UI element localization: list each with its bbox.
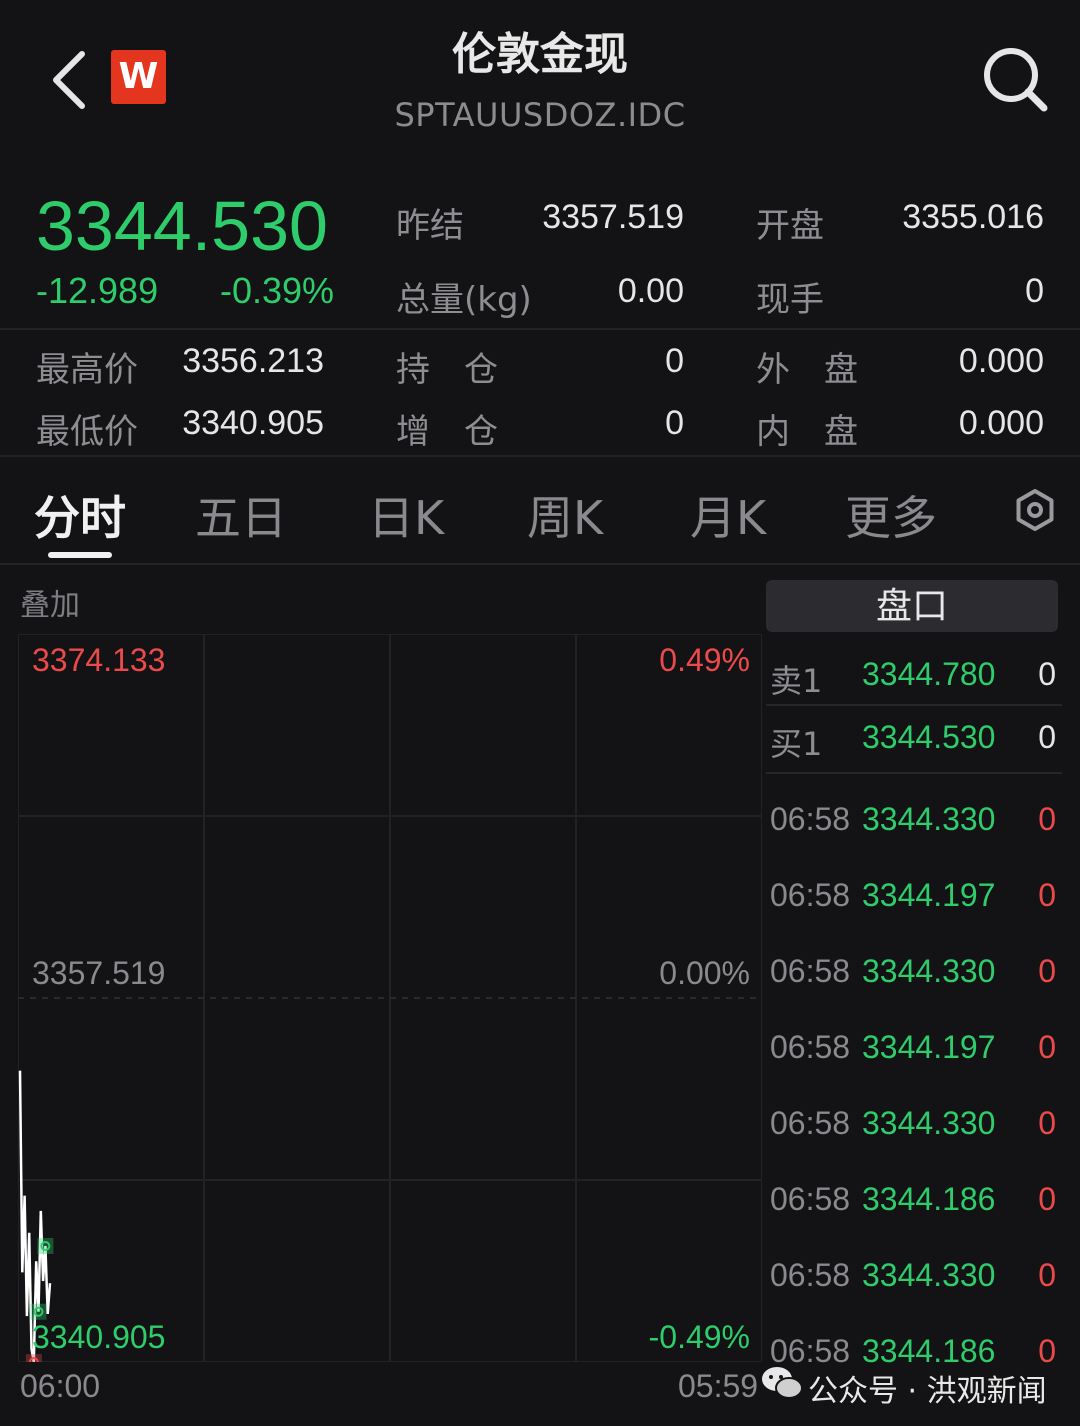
ask-1-price: 3344.780: [862, 656, 996, 692]
trade-marker: [37, 1237, 54, 1254]
divider: [0, 563, 1080, 565]
divider: [766, 772, 1062, 774]
position-label: 持 仓: [396, 350, 498, 390]
tab-five-day[interactable]: 五日: [195, 482, 287, 548]
x-axis-end-time: 05:59: [678, 1368, 759, 1404]
ask-1-volume: 0: [1038, 656, 1056, 692]
orderbook-button[interactable]: 盘口: [766, 580, 1058, 632]
symbol-code: SPTAUUSDOZ.IDC: [394, 96, 686, 134]
tick-volume: 0: [1038, 953, 1056, 989]
low-value: 3340.905: [182, 404, 324, 442]
inner-label: 内 盘: [756, 412, 858, 452]
open-label: 开盘: [756, 206, 824, 246]
tick-price: 3344.197: [862, 877, 996, 913]
price-change: -12.989: [36, 270, 159, 311]
active-tab-indicator: [48, 552, 112, 558]
price-change-pct: -0.39%: [220, 270, 335, 311]
trade-marker: [30, 1303, 47, 1320]
app-header: W 伦敦金现 SPTAUUSDOZ.IDC: [0, 0, 1080, 160]
tab-intraday[interactable]: 分时: [34, 482, 126, 548]
tick-time: 06:58: [770, 877, 851, 913]
settings-icon[interactable]: [1013, 488, 1057, 532]
tab-weekly-k[interactable]: 周K: [527, 482, 603, 548]
outer-value: 0.000: [958, 342, 1044, 380]
wechat-watermark: 公众号 · 洪观新闻: [760, 1362, 1060, 1410]
tick-time: 06:58: [770, 1105, 851, 1141]
tick-volume: 0: [1038, 801, 1056, 837]
last-price: 3344.530: [36, 187, 328, 265]
divider: [0, 455, 1080, 457]
low-label: 最低价: [36, 412, 138, 452]
prev-settle-value: 3357.519: [542, 198, 684, 236]
add-pos-value: 0: [665, 404, 684, 442]
last-vol-label: 现手: [756, 280, 824, 320]
tab-more[interactable]: 更多: [845, 482, 937, 548]
open-value: 3355.016: [902, 198, 1044, 236]
page-title: 伦敦金现: [452, 29, 628, 80]
inner-value: 0.000: [958, 404, 1044, 442]
tick-price: 3344.330: [862, 1105, 996, 1141]
tick-time: 06:58: [770, 1257, 851, 1293]
prev-settle-label: 昨结: [396, 206, 464, 246]
chart-grid: [18, 634, 762, 1362]
position-value: 0: [665, 342, 684, 380]
tick-volume: 0: [1038, 1257, 1056, 1293]
x-axis-start-time: 06:00: [20, 1368, 101, 1404]
y-axis-top-price: 3374.133: [32, 642, 166, 678]
wechat-icon: [762, 1367, 803, 1399]
high-value: 3356.213: [182, 342, 324, 380]
tick-time: 06:58: [770, 801, 851, 837]
divider: [0, 328, 1080, 330]
last-vol-value: 0: [1025, 272, 1044, 310]
tick-price: 3344.186: [862, 1181, 996, 1217]
intraday-chart: [18, 634, 762, 1362]
y-axis-mid-pct: 0.00%: [659, 955, 750, 991]
y-axis-bottom-pct: -0.49%: [648, 1319, 750, 1355]
tab-daily-k[interactable]: 日K: [368, 482, 444, 548]
tick-volume: 0: [1038, 1029, 1056, 1065]
y-axis-mid-price: 3357.519: [32, 955, 166, 991]
tick-price: 3344.197: [862, 1029, 996, 1065]
tick-time: 06:58: [770, 1181, 851, 1217]
volume-value: 0.00: [617, 272, 684, 310]
tick-time: 06:58: [770, 1029, 851, 1065]
tick-volume: 0: [1038, 1181, 1056, 1217]
bid-1-label: 买1: [770, 725, 823, 763]
divider: [766, 704, 1062, 706]
y-axis-top-pct: 0.49%: [659, 642, 750, 678]
tick-price: 3344.330: [862, 801, 996, 837]
outer-label: 外 盘: [756, 350, 858, 390]
tick-price: 3344.330: [862, 1257, 996, 1293]
high-label: 最高价: [36, 350, 138, 390]
ask-1-label: 卖1: [770, 662, 823, 700]
tick-volume: 0: [1038, 1105, 1056, 1141]
y-axis-bottom-price: 3340.905: [32, 1319, 166, 1355]
bid-1-price: 3344.530: [862, 719, 996, 755]
bid-1-volume: 0: [1038, 719, 1056, 755]
watermark-text: 公众号 · 洪观新闻: [808, 1374, 1047, 1409]
volume-label: 总量(kg): [396, 280, 532, 320]
tab-monthly-k[interactable]: 月K: [690, 482, 766, 548]
add-pos-label: 增 仓: [396, 412, 498, 452]
tick-volume: 0: [1038, 877, 1056, 913]
search-icon[interactable]: [980, 44, 1050, 114]
overlay-button[interactable]: 叠加: [20, 580, 80, 624]
tick-time: 06:58: [770, 953, 851, 989]
tick-price: 3344.330: [862, 953, 996, 989]
